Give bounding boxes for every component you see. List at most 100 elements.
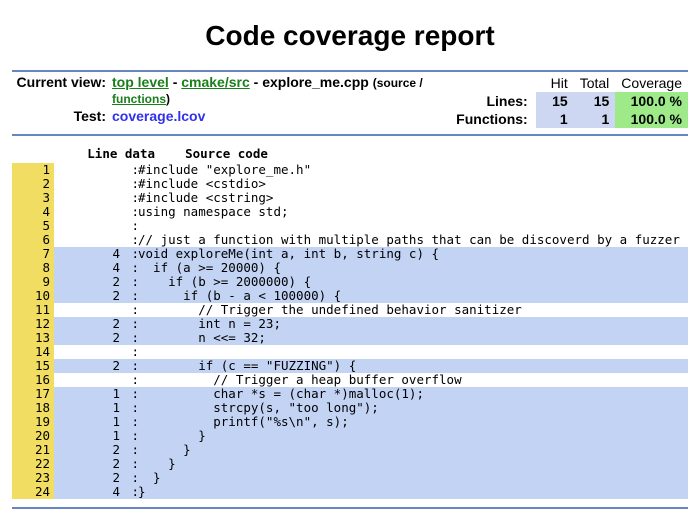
line-number: 14: [12, 345, 54, 359]
line-sep: :: [124, 331, 138, 345]
divider-mid: [12, 134, 688, 136]
source-line: 222 : }: [12, 457, 688, 471]
stats-col-hit: Hit: [536, 74, 574, 92]
line-hit-count: 2: [54, 443, 124, 457]
line-sep: :: [124, 177, 138, 191]
stats-row-lines: Lines: 15 15 100.0 %: [450, 92, 688, 110]
stats-head-row: Hit Total Coverage: [450, 74, 688, 92]
breadcrumb-path[interactable]: cmake/src: [181, 74, 250, 90]
line-source: printf("%s\n", s);: [138, 415, 688, 429]
source-line: 2 : #include <cstdio>: [12, 177, 688, 191]
line-hit-count: 1: [54, 429, 124, 443]
test-label: Test:: [12, 108, 106, 124]
current-view-label: Current view:: [12, 74, 106, 106]
source-line: 232 : }: [12, 471, 688, 485]
breadcrumb-functions-link[interactable]: functions: [112, 92, 166, 106]
source-line: 6 : // just a function with multiple pat…: [12, 233, 688, 247]
line-hit-count: [54, 177, 124, 191]
line-hit-count: 4: [54, 247, 124, 261]
breadcrumb-suffix-close: ): [166, 92, 170, 106]
line-number: 22: [12, 457, 54, 471]
source-line: 201 : }: [12, 429, 688, 443]
line-source: char *s = (char *)malloc(1);: [138, 387, 688, 401]
line-number: 7: [12, 247, 54, 261]
line-hit-count: 2: [54, 331, 124, 345]
line-source: // Trigger a heap buffer overflow: [138, 373, 688, 387]
stats-col-coverage: Coverage: [615, 74, 688, 92]
source-line: 244 : }: [12, 485, 688, 499]
line-hit-count: 2: [54, 471, 124, 485]
page-title: Code coverage report: [12, 20, 688, 52]
breadcrumb-sep-2: -: [254, 74, 263, 90]
line-source: if (a >= 20000) {: [138, 261, 688, 275]
line-sep: :: [124, 317, 138, 331]
breadcrumb: top level - cmake/src - explore_me.cpp (…: [112, 74, 430, 106]
line-source: #include <cstdio>: [138, 177, 688, 191]
line-hit-count: [54, 233, 124, 247]
stats-table: Hit Total Coverage Lines: 15 15 100.0 % …: [450, 74, 688, 128]
line-sep: :: [124, 275, 138, 289]
breadcrumb-suffix-prefix: (source /: [373, 76, 423, 90]
source-line: 74 : void exploreMe(int a, int b, string…: [12, 247, 688, 261]
line-number: 2: [12, 177, 54, 191]
line-number: 21: [12, 443, 54, 457]
stats-functions-label: Functions:: [450, 110, 536, 128]
line-sep: :: [124, 471, 138, 485]
line-source: [138, 219, 688, 233]
stats-lines-coverage: 100.0 %: [615, 92, 688, 110]
line-hit-count: [54, 373, 124, 387]
source-line: 132 : n <<= 32;: [12, 331, 688, 345]
line-number: 5: [12, 219, 54, 233]
line-source: strcpy(s, "too long");: [138, 401, 688, 415]
source-line: 191 : printf("%s\n", s);: [12, 415, 688, 429]
line-source: if (c == "FUZZING") {: [138, 359, 688, 373]
line-sep: :: [124, 191, 138, 205]
breadcrumb-file: explore_me.cpp: [262, 74, 369, 90]
line-hit-count: 2: [54, 359, 124, 373]
line-number: 11: [12, 303, 54, 317]
line-number: 16: [12, 373, 54, 387]
line-source: if (b - a < 100000) {: [138, 289, 688, 303]
line-sep: :: [124, 205, 138, 219]
line-number: 4: [12, 205, 54, 219]
line-source: int n = 23;: [138, 317, 688, 331]
stats-functions-coverage: 100.0 %: [615, 110, 688, 128]
stats-lines-label: Lines:: [450, 92, 536, 110]
line-hit-count: 1: [54, 415, 124, 429]
breadcrumb-top-level[interactable]: top level: [112, 74, 169, 90]
divider-bottom: [12, 507, 688, 509]
source-line: 102 : if (b - a < 100000) {: [12, 289, 688, 303]
line-hit-count: 2: [54, 317, 124, 331]
stats-lines-total: 15: [574, 92, 616, 110]
line-number: 15: [12, 359, 54, 373]
source-line: 1 : #include "explore_me.h": [12, 163, 688, 177]
line-number: 10: [12, 289, 54, 303]
line-number: 13: [12, 331, 54, 345]
line-hit-count: 1: [54, 387, 124, 401]
source-line: 212 : }: [12, 443, 688, 457]
source-line: 14 :: [12, 345, 688, 359]
line-sep: :: [124, 219, 138, 233]
line-number: 12: [12, 317, 54, 331]
source-line: 84 : if (a >= 20000) {: [12, 261, 688, 275]
line-sep: :: [124, 163, 138, 177]
source-line: 122 : int n = 23;: [12, 317, 688, 331]
line-hit-count: [54, 191, 124, 205]
line-number: 6: [12, 233, 54, 247]
line-source: [138, 345, 688, 359]
line-number: 3: [12, 191, 54, 205]
source-line: 4 : using namespace std;: [12, 205, 688, 219]
stats-functions-hit: 1: [536, 110, 574, 128]
line-hit-count: 4: [54, 261, 124, 275]
line-number: 24: [12, 485, 54, 499]
line-source: }: [138, 443, 688, 457]
stats-col-total: Total: [574, 74, 616, 92]
source-line: 152 : if (c == "FUZZING") {: [12, 359, 688, 373]
line-hit-count: [54, 303, 124, 317]
line-number: 1: [12, 163, 54, 177]
line-source: // Trigger the undefined behavior saniti…: [138, 303, 688, 317]
line-source: n <<= 32;: [138, 331, 688, 345]
line-number: 23: [12, 471, 54, 485]
line-source: void exploreMe(int a, int b, string c) {: [138, 247, 688, 261]
stats-lines-hit: 15: [536, 92, 574, 110]
